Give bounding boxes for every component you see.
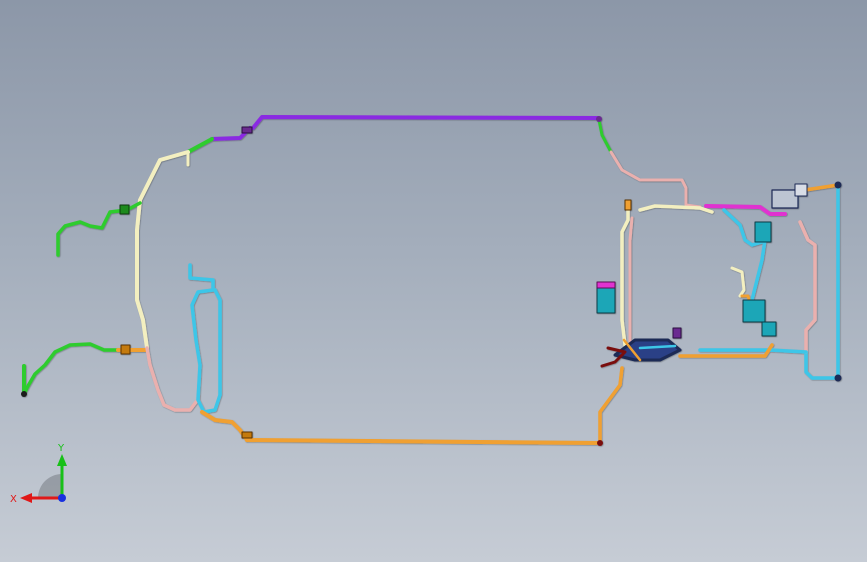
triad-plane-wedge: [38, 474, 62, 498]
wire-right-vertical-pink[interactable]: [628, 216, 634, 347]
connector-ecu[interactable]: [596, 284, 616, 314]
wire-bottom-orange-right[interactable]: [598, 366, 624, 445]
clip-bottom-left[interactable]: [241, 431, 253, 439]
triad-y-label: Y: [57, 443, 65, 454]
wire-left-cream[interactable]: [135, 150, 190, 350]
connector-top-right[interactable]: [771, 189, 799, 209]
clip-top-left[interactable]: [241, 126, 253, 134]
cad-viewport[interactable]: Y X: [0, 0, 867, 562]
wire-far-right-orange[interactable]: [803, 183, 840, 192]
wire-bottom-orange[interactable]: [245, 438, 602, 445]
wire-far-right-pink[interactable]: [798, 220, 817, 354]
connector-mid-1[interactable]: [754, 221, 772, 243]
connector-top-right-2[interactable]: [794, 183, 808, 197]
wire-right-lower-blue[interactable]: [698, 348, 808, 354]
wire-left-pink[interactable]: [145, 346, 198, 412]
connector-left-upper[interactable]: [119, 204, 130, 215]
triad-y-arrow: [57, 454, 67, 466]
wire-right-blue-b[interactable]: [750, 238, 767, 302]
wire-right-vertical-cream[interactable]: [620, 208, 630, 347]
clip-right-bottom[interactable]: [834, 374, 842, 382]
connector-ecu-top[interactable]: [596, 281, 616, 289]
wire-right-cream-c[interactable]: [730, 266, 746, 298]
clip-top-mid[interactable]: [596, 116, 602, 122]
clip-bottom-mid[interactable]: [597, 440, 603, 446]
triad-x-label: X: [10, 494, 17, 505]
wire-right-top-pink[interactable]: [609, 150, 702, 209]
wire-top-purple[interactable]: [251, 115, 600, 130]
connector-mid-2[interactable]: [742, 299, 766, 323]
connector-cluster-box[interactable]: [672, 327, 682, 339]
wire-far-right-bottom[interactable]: [804, 350, 840, 380]
triad-z-axis: [58, 494, 66, 502]
terminal-left-end[interactable]: [21, 391, 27, 397]
coordinate-triad: Y X: [10, 443, 67, 505]
clip-right-top[interactable]: [834, 181, 842, 189]
wire-top-green-short[interactable]: [186, 137, 214, 154]
wire-right-top-cream[interactable]: [638, 204, 714, 214]
connector-left-lower[interactable]: [120, 344, 131, 355]
clip-right-vertical-top[interactable]: [624, 199, 632, 211]
wire-cluster-red[interactable]: [600, 346, 627, 368]
wire-bottom-orange-left[interactable]: [200, 410, 249, 442]
wire-top-green-end[interactable]: [597, 118, 613, 154]
wire-left-lightblue-loop[interactable]: [188, 263, 222, 414]
triad-x-arrow: [20, 493, 32, 503]
harness-model-view[interactable]: [0, 0, 867, 562]
connector-mid-3[interactable]: [761, 321, 777, 337]
wire-left-lower-green[interactable]: [22, 342, 120, 396]
